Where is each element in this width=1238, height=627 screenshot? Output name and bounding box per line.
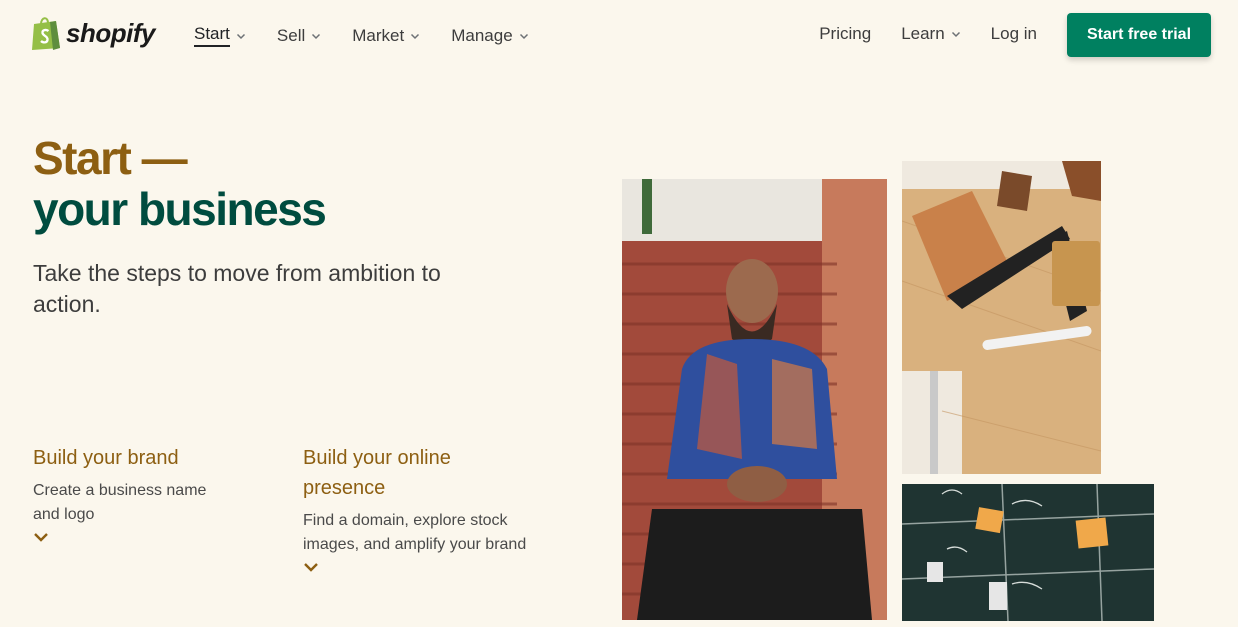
nav-start[interactable]: Start [194, 24, 246, 47]
nav-login-label: Log in [990, 24, 1037, 43]
nav-sell[interactable]: Sell [277, 24, 321, 47]
nav-learn-label: Learn [901, 24, 945, 43]
chevron-down-icon [951, 31, 960, 38]
nav-pricing-label: Pricing [819, 24, 872, 43]
primary-nav: Start Sell Market Manage [194, 24, 529, 47]
feature-description: Create a business name and logo [33, 482, 207, 523]
hero-title-line1: Start — [33, 132, 188, 184]
chevron-down-icon [519, 33, 528, 39]
feature-online-presence: Build your online presence Find a domain… [303, 443, 533, 573]
chevron-down-icon [312, 33, 321, 39]
nav-market-label: Market [352, 25, 405, 45]
nav-manage[interactable]: Manage [451, 24, 528, 47]
site-header: shopify Start Sell Market Manage Pricing… [0, 0, 1238, 70]
chevron-down-icon [236, 33, 245, 39]
nav-market[interactable]: Market [352, 24, 420, 47]
nav-pricing[interactable]: Pricing [819, 24, 871, 44]
hero-title-line2: your business [33, 183, 327, 235]
planning-board-photo [902, 484, 1154, 621]
nav-manage-label: Manage [451, 25, 513, 45]
chevron-down-icon [411, 33, 420, 39]
nav-sell-label: Sell [276, 25, 306, 45]
shopping-bag-icon [31, 15, 61, 51]
nav-login[interactable]: Log in [991, 24, 1037, 44]
feature-title: Build your online presence [303, 447, 451, 499]
shopify-logo[interactable]: shopify [31, 15, 155, 51]
workspace-desk-photo [902, 161, 1101, 474]
logo-wordmark: shopify [66, 17, 155, 48]
entrepreneur-photo [622, 179, 887, 620]
feature-title: Build your brand [33, 447, 179, 469]
hero-subtitle: Take the steps to move from ambition to … [33, 260, 441, 317]
secondary-nav: Pricing Learn Log in [819, 24, 1037, 44]
feature-description: Find a domain, explore stock images, and… [303, 512, 527, 553]
nav-learn[interactable]: Learn [901, 24, 960, 44]
nav-start-label: Start [194, 24, 230, 47]
expand-chevron-icon[interactable] [33, 531, 49, 543]
feature-build-brand: Build your brand Create a business name … [33, 443, 233, 543]
start-free-trial-button[interactable]: Start free trial [1067, 13, 1211, 57]
expand-chevron-icon[interactable] [303, 561, 319, 573]
